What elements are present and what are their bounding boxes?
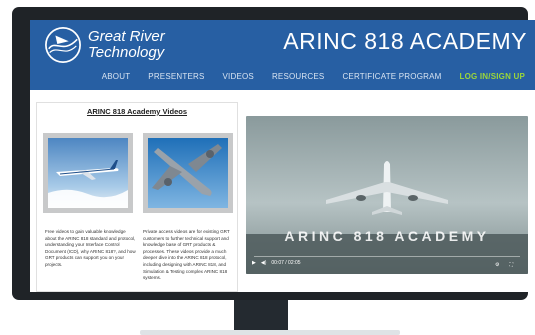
video-frame-image — [246, 116, 528, 274]
monitor-frame: Great River Technology ARINC 818 ACADEMY… — [12, 7, 535, 300]
video-progress-bar[interactable] — [254, 255, 520, 257]
river-logo-icon — [45, 27, 81, 63]
panel-title: ARINC 818 Academy Videos — [86, 107, 188, 116]
main-nav: ABOUT PRESENTERS VIDEOS RESOURCES CERTIF… — [84, 72, 525, 81]
video-player[interactable]: ARINC 818 ACADEMY ▶ ◀) 00:07 / 02:05 ⚙ ⛶ — [246, 116, 528, 274]
settings-icon[interactable]: ⚙ — [495, 262, 499, 268]
site-title: ARINC 818 ACADEMY — [283, 28, 527, 54]
private-videos-description: Private access videos are for existing G… — [143, 229, 230, 281]
logo-line2: Technology — [88, 44, 165, 61]
military-aircraft-image — [148, 138, 228, 208]
screen: Great River Technology ARINC 818 ACADEMY… — [30, 20, 535, 292]
site-header: Great River Technology ARINC 818 ACADEMY… — [30, 20, 535, 90]
nav-item-resources[interactable]: RESOURCES — [272, 72, 324, 81]
free-videos-thumbnail[interactable] — [43, 133, 133, 213]
play-icon[interactable]: ▶ — [252, 260, 256, 266]
free-videos-description: Free videos to gain valuable knowledge a… — [45, 229, 136, 267]
video-title: ARINC 818 ACADEMY — [284, 228, 490, 244]
page-content: ARINC 818 Academy Videos Free videos to … — [30, 90, 535, 292]
nav-item-certificate-program[interactable]: CERTIFICATE PROGRAM — [342, 72, 441, 81]
airliner-image — [48, 138, 128, 208]
monitor-base — [140, 330, 400, 335]
logo[interactable]: Great River Technology — [44, 25, 165, 65]
videos-panel: ARINC 818 Academy Videos Free videos to … — [36, 102, 238, 292]
monitor-stand — [234, 300, 288, 332]
nav-item-videos[interactable]: VIDEOS — [223, 72, 254, 81]
login-signup-link[interactable]: LOG IN/SIGN UP — [460, 72, 525, 81]
fullscreen-icon[interactable]: ⛶ — [509, 262, 513, 268]
volume-icon[interactable]: ◀) — [261, 260, 267, 266]
nav-item-about[interactable]: ABOUT — [102, 72, 131, 81]
logo-line1: Great River — [88, 28, 165, 45]
private-videos-thumbnail[interactable] — [143, 133, 233, 213]
video-controls: ▶ ◀) 00:07 / 02:05 ⚙ ⛶ — [252, 258, 522, 268]
nav-item-presenters[interactable]: PRESENTERS — [148, 72, 204, 81]
video-time: 00:07 / 02:05 — [271, 260, 301, 266]
